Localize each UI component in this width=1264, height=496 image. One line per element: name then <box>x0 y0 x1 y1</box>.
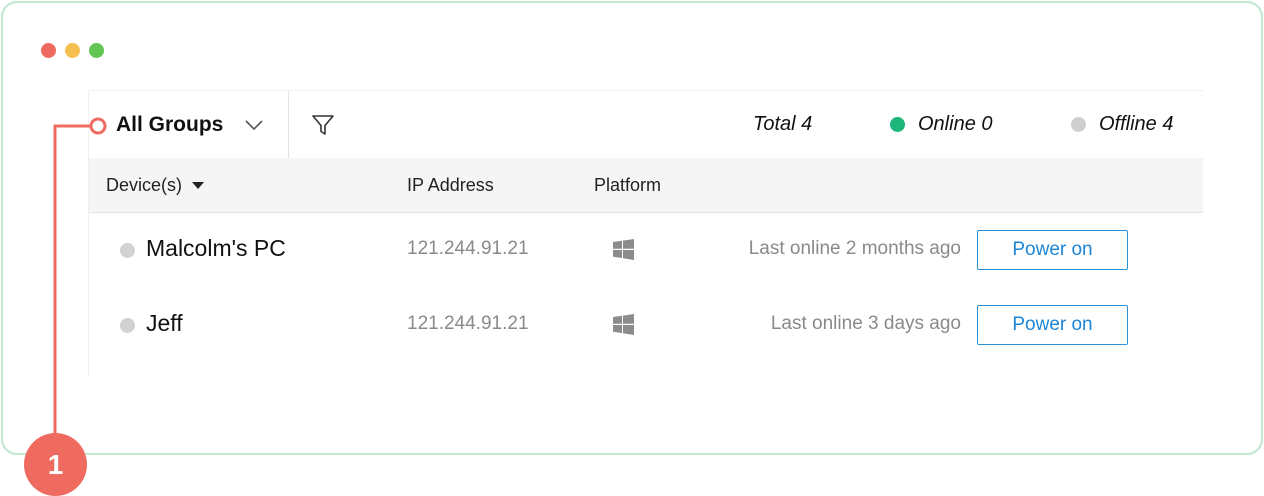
table-header: Device(s) IP Address Platform <box>89 158 1203 213</box>
device-ip: 121.244.91.21 <box>407 313 529 334</box>
annotation-badge: 1 <box>24 433 87 496</box>
minimize-window-button[interactable] <box>65 43 80 58</box>
chevron-down-icon <box>245 120 263 131</box>
sort-down-icon <box>192 181 205 189</box>
total-count: Total 4 <box>753 113 812 136</box>
devices-panel: All Groups Total 4 Online 0 Offline 4 De… <box>88 90 1203 376</box>
offline-status-icon <box>1071 117 1086 132</box>
offline-status-icon <box>120 243 135 258</box>
zoom-window-button[interactable] <box>89 43 104 58</box>
windows-icon <box>613 314 634 335</box>
offline-count: Offline 4 <box>1071 113 1173 136</box>
column-header-device-label: Device(s) <box>106 175 183 195</box>
table-row: Malcolm's PC 121.244.91.21 Last online 2… <box>89 213 1203 288</box>
online-count: Online 0 <box>890 113 993 136</box>
filter-icon[interactable] <box>311 113 335 137</box>
windows-icon <box>613 239 634 260</box>
group-selector[interactable]: All Groups <box>89 91 289 159</box>
online-status-icon <box>890 117 905 132</box>
offline-count-label: Offline 4 <box>1099 113 1174 135</box>
table-row: Jeff 121.244.91.21 Last online 3 days ag… <box>89 288 1203 363</box>
last-online-text: Last online 3 days ago <box>770 313 961 334</box>
column-header-device[interactable]: Device(s) <box>106 175 205 196</box>
window-controls <box>41 43 104 58</box>
offline-status-icon <box>120 318 135 333</box>
device-ip: 121.244.91.21 <box>407 238 529 259</box>
last-online-text: Last online 2 months ago <box>748 238 961 259</box>
online-count-label: Online 0 <box>918 113 993 135</box>
devices-toolbar: All Groups Total 4 Online 0 Offline 4 <box>89 90 1203 159</box>
column-header-ip: IP Address <box>407 175 494 195</box>
group-selector-label: All Groups <box>116 113 224 136</box>
power-on-button[interactable]: Power on <box>977 230 1128 270</box>
device-name[interactable]: Malcolm's PC <box>146 235 286 262</box>
device-name[interactable]: Jeff <box>146 310 183 337</box>
close-window-button[interactable] <box>41 43 56 58</box>
total-count-label: Total 4 <box>753 113 813 135</box>
column-header-platform: Platform <box>594 175 662 195</box>
power-on-button[interactable]: Power on <box>977 305 1128 345</box>
